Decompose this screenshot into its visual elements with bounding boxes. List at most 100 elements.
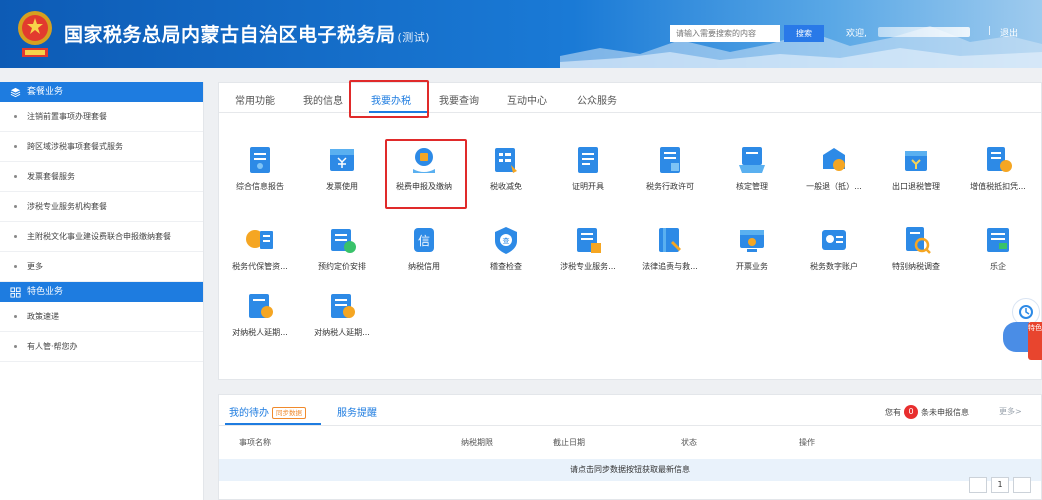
app-label: 特别纳税调查 (892, 262, 940, 271)
tab-bar: 常用功能 我的信息 我要办税 我要查询 互动中心 公众服务 (219, 83, 1041, 113)
app-label: 发票使用 (326, 182, 358, 191)
leqi-icon (987, 228, 1009, 252)
floating-feature-tab[interactable]: 特色 (1028, 322, 1042, 360)
sidebar-section-featured[interactable]: 特色业务 (0, 282, 203, 302)
custody-icon (246, 230, 273, 249)
sidebar-item-agency-package[interactable]: 涉税专业服务机构套餐 (0, 192, 203, 222)
app-label: 核定管理 (736, 182, 768, 191)
app-tile[interactable]: 税务行政许可 (629, 143, 711, 192)
tab-interaction[interactable]: 互动中心 (507, 92, 547, 107)
app-tile[interactable]: 核定管理 (711, 143, 793, 192)
header-separator: | (988, 26, 992, 36)
app-tile[interactable]: 涉税专业服务... (547, 223, 629, 272)
sidebar-item-culture-fee[interactable]: 主附税文化事业建设费联合申报缴纳套餐 (0, 222, 203, 252)
highlight-box-tab (349, 80, 429, 118)
tab-public-service[interactable]: 公众服务 (577, 92, 617, 107)
sidebar-section-package[interactable]: 套餐业务 (0, 82, 203, 102)
invoice-icon (330, 149, 354, 171)
legal-icon (659, 228, 681, 252)
extension-icon-2 (331, 294, 355, 318)
column-header-status: 状态 (681, 438, 697, 447)
app-label: 涉税专业服务... (560, 262, 616, 271)
tab-my-todo[interactable]: 我的待办 同步数据 (229, 404, 306, 419)
tab-service-reminder[interactable]: 服务提醒 (337, 404, 377, 419)
app-tile[interactable]: 一般退（抵）... (793, 143, 875, 192)
tab-common[interactable]: 常用功能 (235, 92, 275, 107)
logout-link[interactable]: 退出 (1000, 26, 1018, 39)
app-tile[interactable]: 税务代保管资... (219, 223, 301, 272)
package-icon (10, 87, 21, 97)
sidebar-item-help[interactable]: 有人管·帮您办 (0, 332, 203, 362)
pager-next-button[interactable] (1013, 477, 1031, 493)
professional-service-icon (577, 228, 601, 253)
app-tile[interactable]: 信 纳税信用 (383, 223, 465, 272)
column-header-due-date: 截止日期 (553, 438, 585, 447)
vat-deduction-icon (987, 147, 1012, 172)
svg-text:查: 查 (503, 236, 510, 245)
search-button[interactable]: 搜索 (784, 25, 824, 42)
search-input[interactable] (670, 25, 780, 42)
pager-prev-button[interactable] (969, 477, 987, 493)
app-tile[interactable]: 法律追责与救... (629, 223, 711, 272)
app-tile[interactable]: 特别纳税调查 (875, 223, 957, 272)
app-tile[interactable]: 增值税抵扣凭... (957, 143, 1039, 192)
tab-query[interactable]: 我要查询 (439, 92, 479, 107)
app-tile[interactable]: 综合信息报告 (219, 143, 301, 192)
pager-page-1[interactable]: 1 (991, 477, 1009, 493)
sidebar-section-title: 特色业务 (27, 287, 64, 297)
pending-suffix: 条未申报信息 (921, 407, 969, 417)
app-tile[interactable]: 对纳税人延期... (301, 289, 383, 338)
site-title-test-suffix: (测试) (397, 31, 431, 44)
column-header-item: 事项名称 (239, 438, 271, 447)
pending-prefix: 您有 (885, 407, 901, 417)
sync-data-button[interactable]: 同步数据 (272, 407, 306, 419)
app-tile[interactable]: 出口退税管理 (875, 143, 957, 192)
app-tile[interactable]: 税务数字账户 (793, 223, 875, 272)
app-tile[interactable]: 发票使用 (301, 143, 383, 192)
certificate-icon (578, 147, 598, 173)
inspection-icon: 查 (495, 227, 517, 254)
app-tile[interactable]: 证明开具 (547, 143, 629, 192)
tax-relief-icon (495, 148, 517, 173)
tab-my-info[interactable]: 我的信息 (303, 92, 343, 107)
sidebar-item-invoice-package[interactable]: 发票套餐服务 (0, 162, 203, 192)
sidebar-item-more[interactable]: 更多 (0, 252, 203, 282)
user-name-masked (878, 27, 970, 37)
svg-text:信: 信 (418, 234, 430, 248)
app-label: 综合信息报告 (236, 182, 284, 191)
app-tile[interactable]: 查 稽查检查 (465, 223, 547, 272)
app-label: 一般退（抵）... (806, 182, 862, 191)
app-label: 纳税信用 (408, 262, 440, 271)
sidebar-item-deregistration[interactable]: 注销前置事项办理套餐 (0, 102, 203, 132)
pending-count-badge: 0 (904, 405, 918, 419)
national-emblem-icon (18, 11, 52, 57)
app-label: 证明开具 (572, 182, 604, 191)
app-tile[interactable]: 税收减免 (465, 143, 547, 192)
report-icon (250, 147, 270, 173)
app-label: 税费申报及缴纳 (396, 182, 452, 191)
sidebar-item-cross-region[interactable]: 跨区域涉税事项套餐式服务 (0, 132, 203, 162)
app-tile[interactable]: 乐企 (957, 223, 1039, 272)
app-label: 税务数字账户 (810, 262, 858, 271)
sidebar-item-policy[interactable]: 政策速递 (0, 302, 203, 332)
tax-declare-icon (413, 148, 435, 173)
grid-icon (10, 286, 21, 298)
column-header-action: 操作 (799, 438, 815, 447)
app-label: 出口退税管理 (892, 182, 940, 191)
app-tile[interactable]: 预约定价安排 (301, 223, 383, 272)
todo-panel: 我的待办 同步数据 服务提醒 您有 0 条未申报信息 更多> 事项名称 纳税期限 … (218, 394, 1042, 500)
floating-chat-button[interactable] (1003, 322, 1029, 352)
app-tile[interactable]: 开票业务 (711, 223, 793, 272)
app-label: 增值税抵扣凭... (970, 182, 1026, 191)
assessment-icon (739, 147, 765, 173)
column-header-deadline-period: 纳税期限 (461, 438, 493, 447)
app-label: 税收减免 (490, 182, 522, 191)
more-link[interactable]: 更多> (999, 406, 1022, 417)
export-refund-icon (905, 151, 927, 171)
sidebar: 套餐业务 注销前置事项办理套餐 跨区域涉税事项套餐式服务 发票套餐服务 涉税专业… (0, 82, 204, 500)
app-label: 税务行政许可 (646, 182, 694, 191)
app-tile[interactable]: 对纳税人延期... (219, 289, 301, 338)
app-tile[interactable]: 税费申报及缴纳 (383, 143, 465, 192)
app-label: 预约定价安排 (318, 262, 366, 271)
pending-info: 您有 0 条未申报信息 (885, 405, 969, 419)
